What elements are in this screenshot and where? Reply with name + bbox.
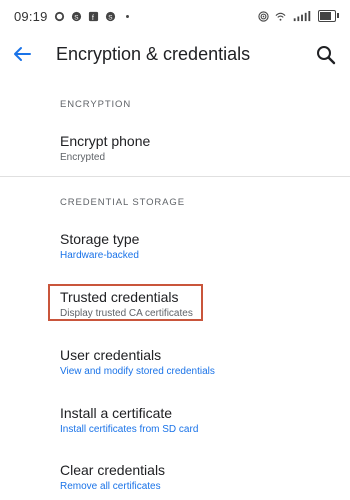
user-credentials-subtitle: View and modify stored credentials xyxy=(60,366,215,377)
status-time: 09:19 xyxy=(14,8,48,24)
dot-icon xyxy=(125,14,129,18)
encrypt-phone-subtitle: Encrypted xyxy=(60,152,106,163)
status-bar: 09:19 S f S xyxy=(0,0,350,32)
install-certificate-item[interactable]: Install a certificate Install certificat… xyxy=(60,405,320,436)
install-certificate-subtitle: Install certificates from SD card xyxy=(60,424,199,435)
page-title: Encryption & credentials xyxy=(56,44,251,64)
trusted-credentials-subtitle: Display trusted CA certificates xyxy=(60,308,193,319)
signal-icon xyxy=(293,10,311,21)
install-certificate-title: Install a certificate xyxy=(60,405,173,421)
section-header-encryption: ENCRYPTION xyxy=(60,99,132,110)
section-header-credential-storage: CREDENTIAL STORAGE xyxy=(60,197,185,208)
skype-icon: S xyxy=(71,11,81,21)
storage-type-subtitle: Hardware-backed xyxy=(60,250,139,261)
app-bar: Encryption & credentials xyxy=(0,32,350,78)
battery-icon xyxy=(318,10,339,22)
svg-text:S: S xyxy=(108,14,112,21)
storage-type-item[interactable]: Storage type Hardware-backed xyxy=(60,231,320,262)
back-arrow-icon[interactable] xyxy=(10,42,34,66)
encrypt-phone-title: Encrypt phone xyxy=(60,133,151,149)
clear-credentials-subtitle: Remove all certificates xyxy=(60,481,161,492)
storage-type-title: Storage type xyxy=(60,231,140,247)
skype-icon: S xyxy=(105,11,115,21)
facebook-icon: f xyxy=(88,11,98,22)
trusted-credentials-title: Trusted credentials xyxy=(60,289,179,305)
user-credentials-title: User credentials xyxy=(60,347,162,363)
clear-credentials-item[interactable]: Clear credentials Remove all certificate… xyxy=(60,462,320,493)
encrypt-phone-item[interactable]: Encrypt phone Encrypted xyxy=(60,133,320,164)
status-left: 09:19 S f S xyxy=(14,9,133,24)
user-credentials-item[interactable]: User credentials View and modify stored … xyxy=(60,347,320,378)
hotspot-icon xyxy=(258,10,269,22)
whatsapp-icon xyxy=(54,11,64,21)
search-icon[interactable] xyxy=(314,43,338,67)
trusted-credentials-item[interactable]: Trusted credentials Display trusted CA c… xyxy=(60,289,320,320)
clear-credentials-title: Clear credentials xyxy=(60,462,166,478)
status-right xyxy=(258,10,339,22)
section-divider xyxy=(0,176,350,177)
svg-text:S: S xyxy=(74,14,78,21)
wifi-icon xyxy=(275,12,286,21)
